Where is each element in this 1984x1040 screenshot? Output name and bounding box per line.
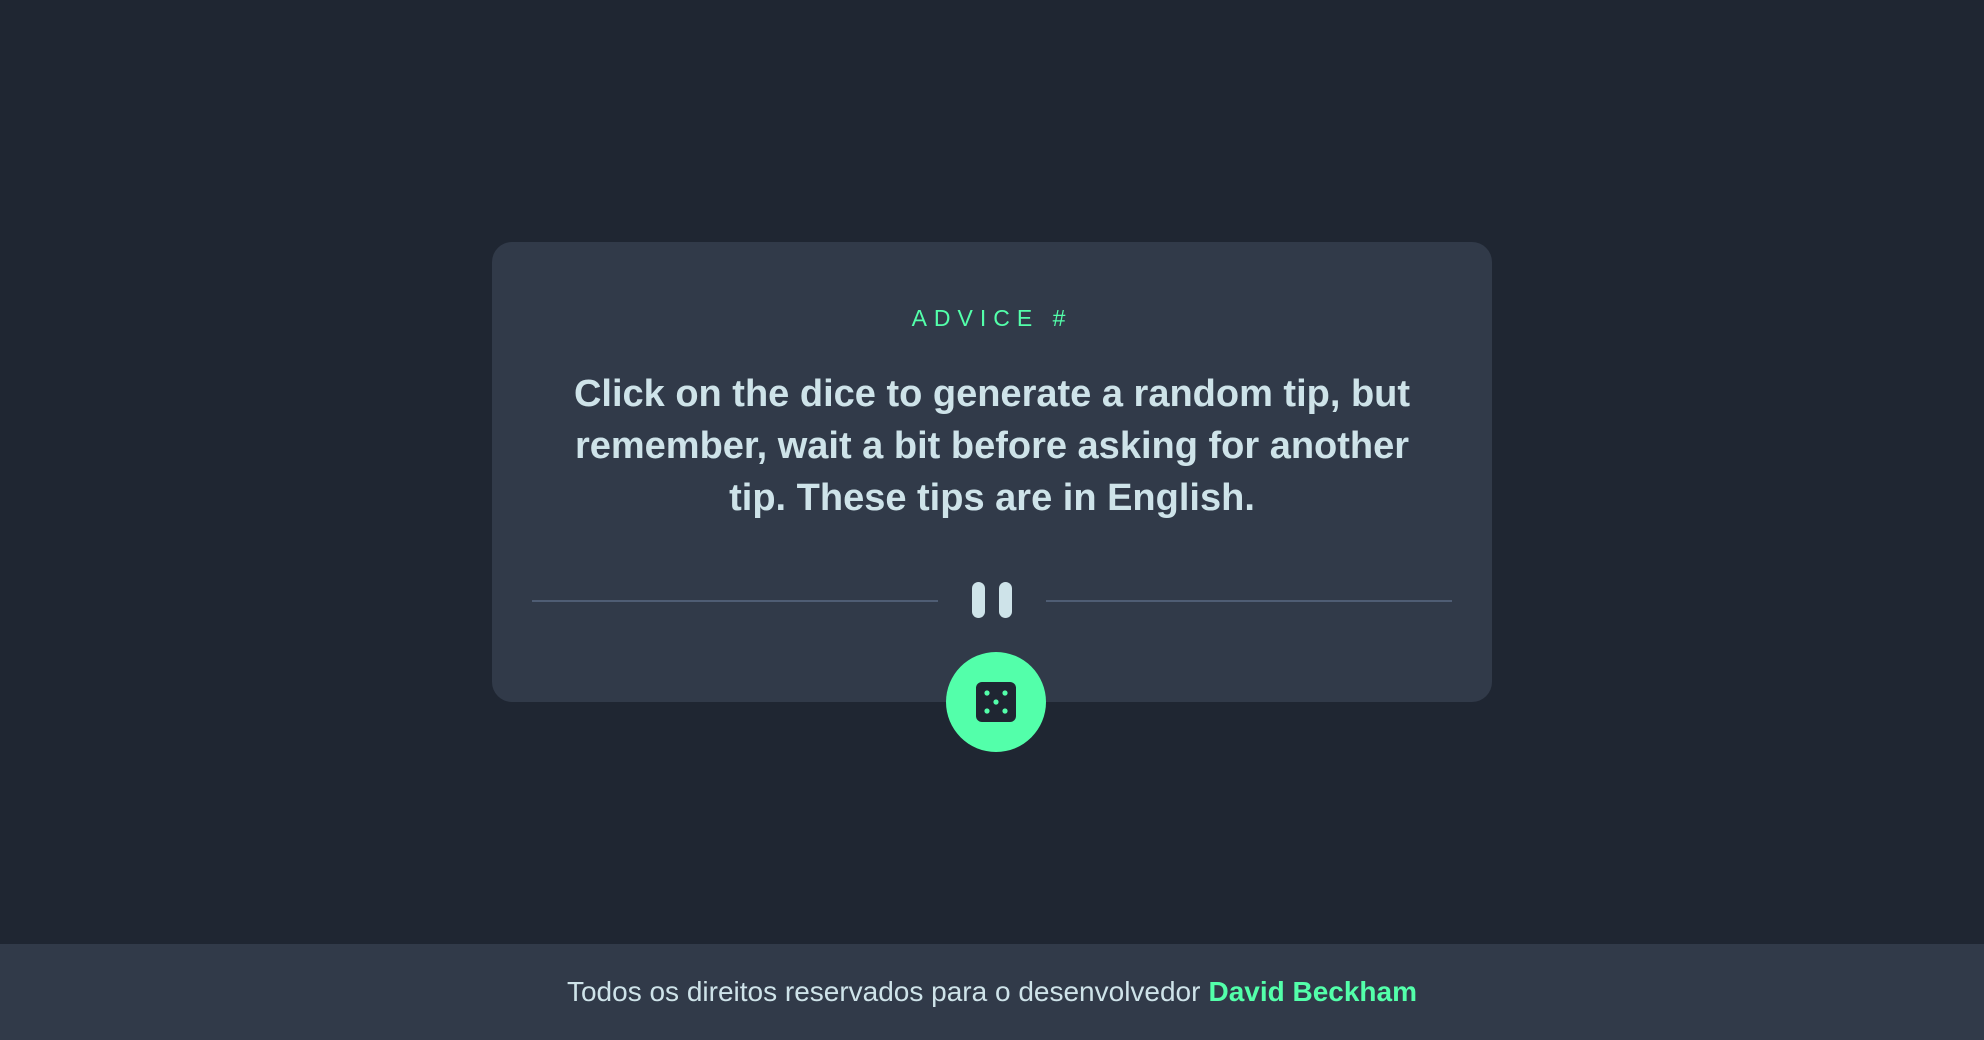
dice-button[interactable] <box>946 652 1046 752</box>
dice-icon <box>976 682 1016 722</box>
advice-card: ADVICE # Click on the dice to generate a… <box>492 242 1492 702</box>
advice-text: Click on the dice to generate a random t… <box>573 373 1411 519</box>
footer-author-link[interactable]: David Beckham <box>1208 976 1417 1008</box>
divider-line-left <box>532 600 938 602</box>
footer-text: Todos os direitos reservados para o dese… <box>566 976 1201 1007</box>
advice-label: ADVICE # <box>911 305 1073 331</box>
page: ADVICE # Click on the dice to generate a… <box>0 0 1984 1040</box>
divider <box>532 582 1452 618</box>
footer: Todos os direitos reservados para o dese… <box>0 944 1984 1040</box>
pause-icon <box>970 582 1014 618</box>
divider-line-right <box>1046 600 1452 602</box>
